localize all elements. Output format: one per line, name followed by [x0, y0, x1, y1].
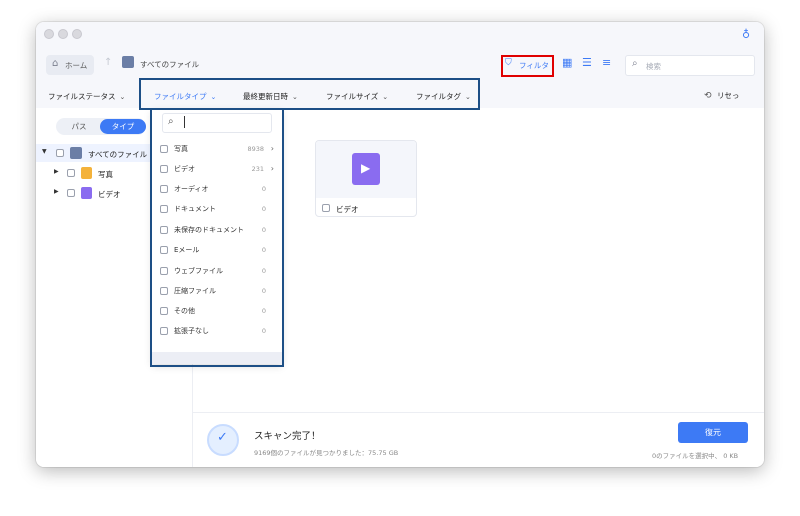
card-checkbox[interactable]	[322, 204, 330, 212]
tree-label: 写真	[98, 170, 113, 179]
tree-label: ビデオ	[98, 190, 121, 199]
search-icon: ⌕	[632, 58, 638, 69]
scan-complete-icon: ✓	[207, 424, 239, 456]
photo-file-icon	[81, 167, 92, 179]
scan-status-title: スキャン完了！	[254, 431, 321, 442]
selection-status: 0のファイルを選択中、 0 KB	[652, 452, 739, 460]
triangle-right-icon[interactable]: ▶	[54, 188, 59, 195]
segment-type[interactable]: タイプ	[100, 119, 146, 134]
home-button[interactable]: ⌂ ホーム	[46, 55, 94, 75]
scan-summary: 9169個のファイルが見つかりました：75.75 GB	[254, 449, 399, 457]
view-mode-switch: パス タイプ	[56, 118, 146, 135]
play-icon: ▶	[361, 161, 371, 175]
search-input[interactable]: ⌕ 検索	[625, 55, 755, 76]
card-label: ビデオ	[336, 205, 359, 214]
reset-label: リセっ	[716, 91, 740, 100]
grid-view-icon[interactable]: ▦	[562, 56, 572, 69]
card-preview: ▶	[316, 141, 416, 198]
recover-button[interactable]: 復元	[678, 422, 748, 443]
segment-path[interactable]: パス	[58, 119, 100, 134]
home-label: ホーム	[65, 61, 88, 70]
help-icon[interactable]: ♁	[742, 28, 750, 41]
title-bar: ♁	[36, 22, 764, 48]
video-folder-card[interactable]: ▶ ビデオ	[315, 140, 417, 217]
drive-icon	[122, 56, 134, 68]
app-window: ♁ ⌂ ホーム ↑ すべてのファイル ⛉ フィルタ ▦ ☰ ≡ ⌕ 検索 ファイ…	[36, 22, 764, 467]
zoom-window-button[interactable]	[72, 29, 82, 39]
file-status-filter[interactable]: ファイルステータス ⌄	[48, 91, 125, 102]
list-view-icon[interactable]: ☰	[582, 56, 592, 69]
close-window-button[interactable]	[44, 29, 54, 39]
filterbar-highlight-box	[139, 78, 480, 110]
chevron-down-icon: ⌄	[119, 93, 126, 101]
video-file-icon	[81, 187, 92, 199]
checkmark-icon: ✓	[217, 430, 228, 445]
reset-button[interactable]: ⟲ リセっ	[704, 90, 739, 101]
triangle-right-icon[interactable]: ▶	[54, 168, 59, 175]
detail-view-icon[interactable]: ≡	[602, 56, 611, 69]
tree-checkbox[interactable]	[56, 149, 64, 157]
tree-label: すべてのファイル	[88, 150, 148, 159]
breadcrumb-path[interactable]: すべてのファイル	[140, 59, 199, 70]
up-arrow-icon[interactable]: ↑	[104, 57, 112, 68]
home-icon: ⌂	[52, 58, 59, 69]
triangle-down-icon[interactable]: ▼	[42, 148, 47, 155]
status-footer: ✓ スキャン完了！ 9169個のファイルが見つかりました：75.75 GB 復元…	[193, 412, 764, 467]
minimize-window-button[interactable]	[58, 29, 68, 39]
tree-checkbox[interactable]	[67, 189, 75, 197]
filter-highlight-box	[501, 55, 554, 77]
file-status-label: ファイルステータス	[48, 92, 116, 101]
video-file-icon: ▶	[352, 153, 380, 185]
dropdown-highlight-box	[150, 108, 284, 367]
reset-icon: ⟲	[704, 91, 712, 101]
search-placeholder: 検索	[646, 62, 661, 71]
tree-checkbox[interactable]	[67, 169, 75, 177]
drive-icon	[70, 147, 82, 159]
